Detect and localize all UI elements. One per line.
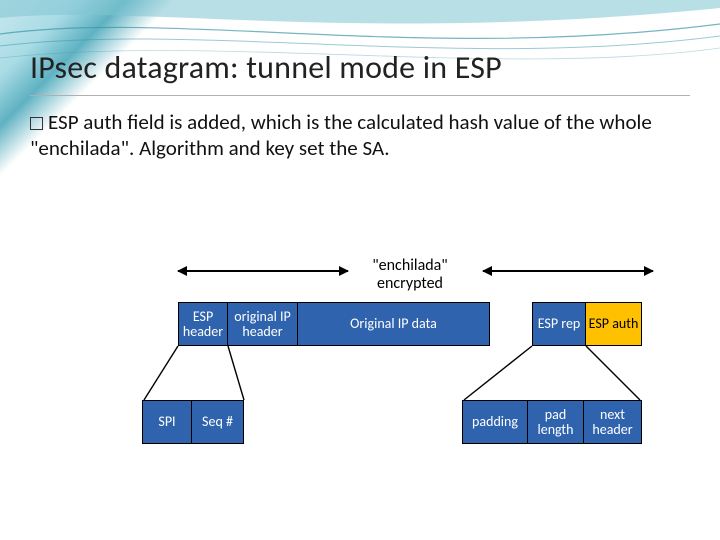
detail-connectors (30, 252, 690, 522)
title-underline (30, 95, 690, 96)
esp-header-detail-row: SPI Seq # (142, 400, 244, 444)
bullet-text: ESP auth field is added, which is the ca… (30, 109, 652, 161)
cell-next-header: next header (584, 400, 642, 444)
cell-spi: SPI (142, 400, 192, 444)
cell-seq: Seq # (192, 400, 244, 444)
body-text: ESP auth field is added, which is the ca… (30, 110, 690, 161)
cell-pad-length: pad length (528, 400, 584, 444)
page-title: IPsec datagram: tunnel mode in ESP (30, 48, 690, 87)
bullet-icon (30, 117, 43, 130)
cell-padding: padding (462, 400, 528, 444)
esp-trailer-detail-row: padding pad length next header (462, 400, 642, 444)
esp-datagram-diagram: "enchilada" encrypted ESP header origina… (30, 252, 690, 522)
